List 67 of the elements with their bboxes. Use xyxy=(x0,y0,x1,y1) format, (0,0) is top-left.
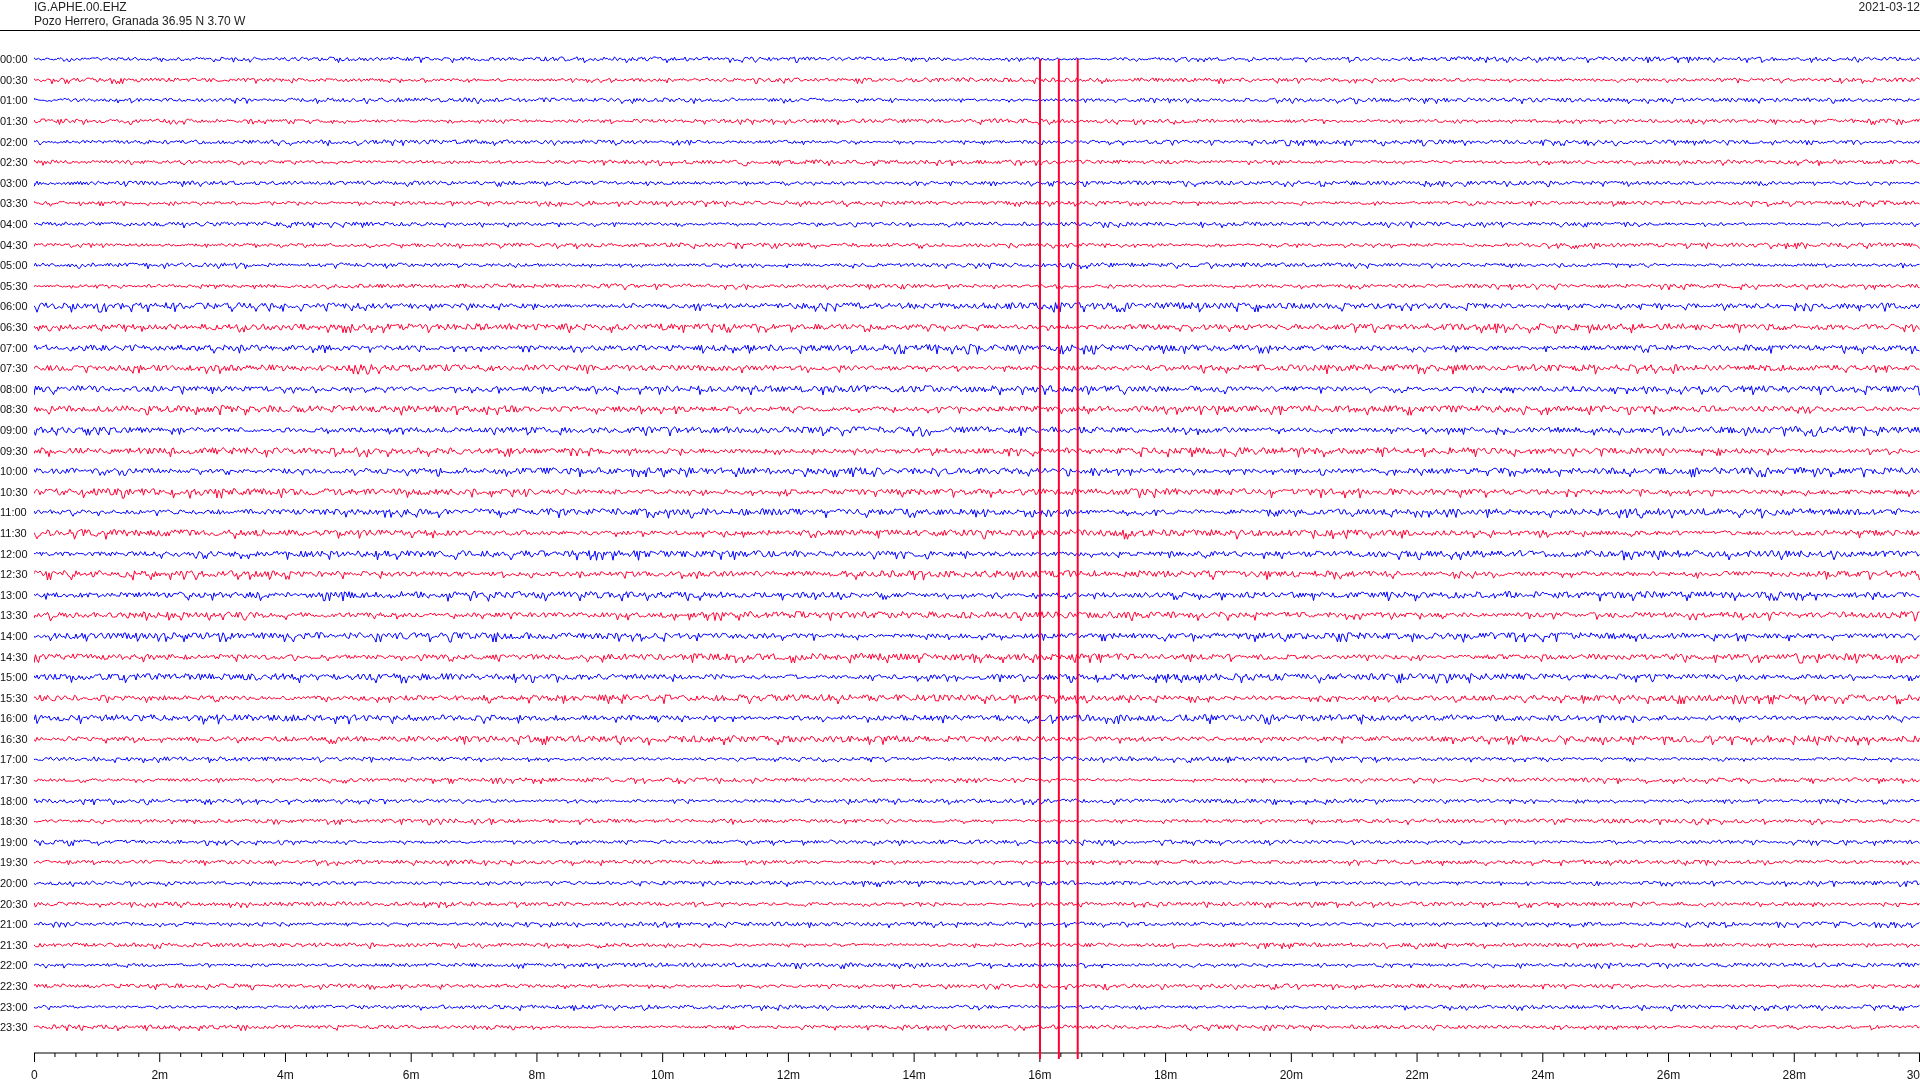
time-label: 05:00 xyxy=(0,259,29,272)
time-label: 16:30 xyxy=(0,732,29,745)
axis-tick-label: 12m xyxy=(776,1067,801,1080)
time-label: 10:00 xyxy=(0,465,29,478)
time-label: 14:00 xyxy=(0,629,29,642)
time-label: 15:00 xyxy=(0,671,29,684)
time-label: 03:00 xyxy=(0,176,29,189)
time-label: 15:30 xyxy=(0,691,29,704)
time-label: 04:30 xyxy=(0,238,29,251)
time-label: 11:30 xyxy=(0,526,28,539)
time-label: 22:30 xyxy=(0,980,29,992)
time-label: 17:00 xyxy=(0,753,29,766)
time-label: 22:00 xyxy=(0,959,29,972)
time-label: 08:00 xyxy=(0,382,29,395)
time-label: 02:00 xyxy=(0,135,29,148)
time-label: 01:30 xyxy=(0,115,29,128)
station-location: Pozo Herrero, Granada 36.95 N 3.70 W xyxy=(34,14,246,28)
station-code: IG.APHE.00.EHZ xyxy=(34,0,128,14)
axis-tick-label: 16m xyxy=(1028,1067,1052,1080)
time-label: 08:30 xyxy=(0,403,29,416)
time-label: 04:00 xyxy=(0,218,29,231)
time-label: 20:30 xyxy=(0,897,29,910)
time-label: 07:00 xyxy=(0,341,29,354)
axis-tick-label: 0 xyxy=(31,1067,38,1080)
axis-tick-label: 14m xyxy=(902,1067,926,1080)
axis-tick-label: 4m xyxy=(277,1067,294,1080)
time-label: 01:00 xyxy=(0,94,29,107)
time-label: 23:30 xyxy=(0,1021,29,1034)
time-label: 17:30 xyxy=(0,774,29,787)
axis-tick-label: 8m xyxy=(528,1067,546,1080)
time-label: 11:00 xyxy=(0,506,28,519)
time-label: 09:00 xyxy=(0,424,29,436)
axis-tick-label: 30 xyxy=(1906,1067,1920,1080)
time-label: 06:30 xyxy=(0,321,29,333)
time-label: 02:30 xyxy=(0,156,29,169)
time-label: 06:00 xyxy=(0,300,29,313)
time-label: 12:00 xyxy=(0,547,29,560)
time-label: 21:30 xyxy=(0,938,29,951)
time-label: 13:30 xyxy=(0,609,29,622)
axis-tick-label: 10m xyxy=(651,1067,675,1080)
time-label: 10:30 xyxy=(0,485,29,498)
time-label: 13:00 xyxy=(0,588,29,601)
time-label: 05:30 xyxy=(0,279,29,292)
axis-tick-label: 20m xyxy=(1279,1067,1303,1080)
time-label: 03:30 xyxy=(0,197,29,210)
time-label: 18:00 xyxy=(0,794,29,807)
time-label: 00:00 xyxy=(0,53,29,66)
time-label: 19:30 xyxy=(0,856,29,869)
axis-tick-label: 28m xyxy=(1782,1067,1806,1080)
time-label: 18:30 xyxy=(0,815,29,828)
axis-tick-label: 22m xyxy=(1405,1067,1429,1080)
time-label: 07:30 xyxy=(0,362,29,375)
time-label: 19:00 xyxy=(0,835,29,848)
axis-tick-label: 6m xyxy=(402,1067,420,1080)
time-label: 09:30 xyxy=(0,444,29,457)
date-label: 2021-03-12 xyxy=(1858,0,1920,16)
axis-tick-label: 26m xyxy=(1656,1067,1681,1080)
time-label: 20:00 xyxy=(0,877,29,890)
axis-tick-label: 18m xyxy=(1153,1067,1178,1080)
time-label: 23:00 xyxy=(0,1000,29,1013)
time-label: 16:00 xyxy=(0,712,29,725)
time-label: 21:00 xyxy=(0,918,29,931)
time-label: 00:30 xyxy=(0,73,29,86)
axis-tick-label: 24m xyxy=(1531,1067,1555,1080)
time-label: 12:30 xyxy=(0,568,29,581)
time-label: 14:30 xyxy=(0,650,29,663)
axis-tick-label: 2m xyxy=(151,1067,169,1080)
